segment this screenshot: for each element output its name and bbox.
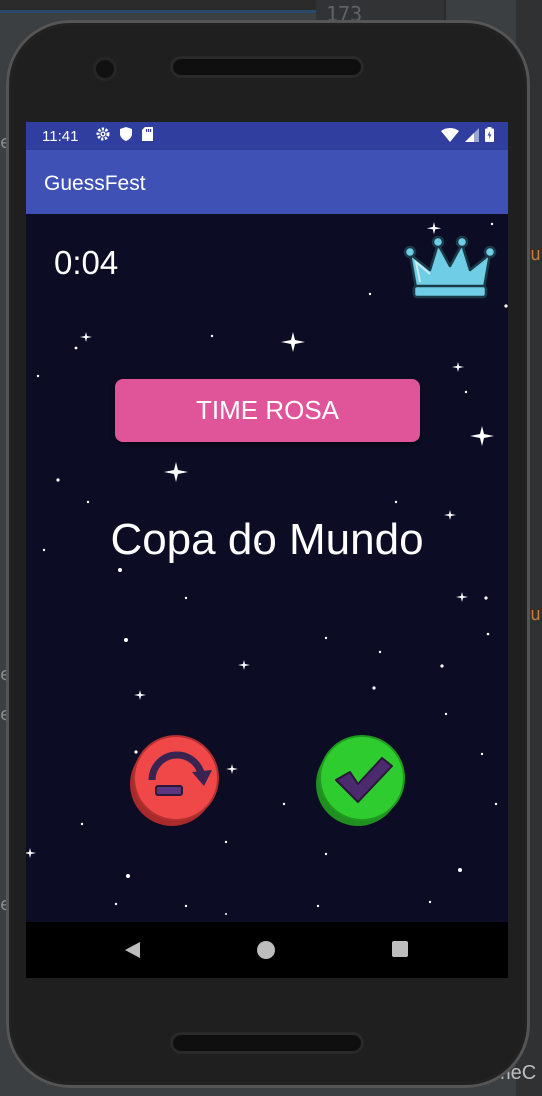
guess-word: Copa do Mundo	[110, 515, 424, 564]
sd-card-icon	[142, 127, 153, 141]
correct-button[interactable]	[312, 732, 408, 828]
status-time: 11:41	[42, 128, 79, 145]
wifi-icon	[441, 127, 459, 142]
app-bar: GuessFest	[26, 150, 508, 214]
crown-icon[interactable]	[402, 232, 498, 302]
gear-icon	[96, 127, 110, 141]
system-nav-bar	[26, 922, 508, 978]
status-bar: 11:41	[26, 122, 508, 150]
ide-code-text: u	[530, 244, 541, 265]
shield-icon	[120, 127, 132, 141]
front-camera	[96, 60, 114, 78]
skip-button[interactable]	[126, 732, 222, 828]
bottom-speaker	[170, 1032, 364, 1054]
battery-icon	[485, 127, 494, 142]
round-timer: 0:04	[54, 244, 119, 281]
starfield-background	[26, 222, 508, 915]
phone-frame: 11:41 GuessFest 0:04 TIME ROSA Copa do M…	[6, 20, 530, 1088]
team-button[interactable]: TIME ROSA	[115, 379, 420, 442]
top-speaker	[170, 56, 364, 78]
app-title: GuessFest	[44, 172, 146, 195]
recents-icon[interactable]	[392, 941, 408, 957]
back-icon[interactable]	[122, 940, 142, 960]
ide-code-text: u	[530, 604, 541, 625]
signal-icon	[465, 127, 479, 142]
game-screen: 0:04 TIME ROSA Copa do Mundo	[26, 214, 508, 922]
phone-screen: 11:41 GuessFest 0:04 TIME ROSA Copa do M…	[26, 122, 508, 978]
ide-editor-tabbar	[0, 0, 316, 13]
home-icon[interactable]	[257, 941, 275, 959]
